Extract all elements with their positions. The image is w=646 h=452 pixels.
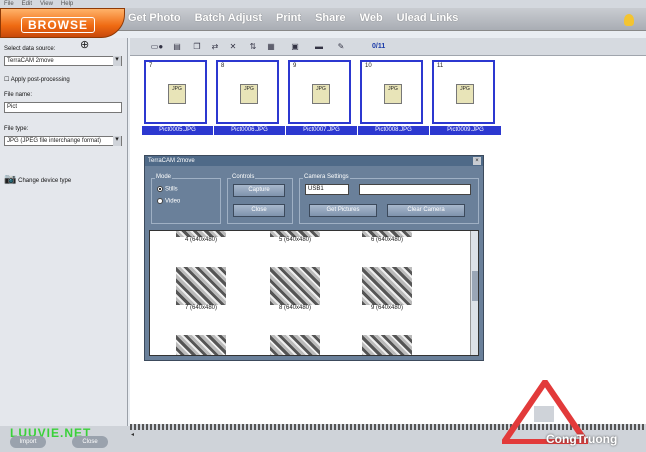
lightbulb-icon[interactable]: [624, 14, 634, 26]
photo-thumbnail: [362, 231, 412, 237]
file-name-input[interactable]: Pict: [4, 102, 122, 113]
camera-dialog: TerraCAM 2move × Mode Stills Video Contr…: [144, 155, 484, 361]
sort-icon[interactable]: ⇅: [248, 42, 258, 52]
tab-web[interactable]: Web: [360, 12, 383, 24]
browse-mode-button[interactable]: BROWSE: [0, 8, 125, 38]
camera-icon: 📷: [4, 174, 17, 185]
menu-view[interactable]: View: [40, 1, 53, 7]
tab-batch-adjust[interactable]: Batch Adjust: [195, 12, 262, 24]
gallery-item[interactable]: [362, 335, 412, 355]
menu-file[interactable]: File: [4, 1, 14, 7]
photo-thumbnail: [362, 267, 412, 305]
tab-ulead-links[interactable]: Ulead Links: [397, 12, 459, 24]
camera-settings-label: Camera Settings: [303, 174, 350, 180]
browse-toolbar: ▭● ▤ ❐ ⇄ ✕ ⇅ ▦ ▣ ▬ ✎: [130, 38, 646, 56]
file-type-label: File type:: [4, 126, 29, 132]
thumbnail-filename: Pict0007.JPG: [286, 126, 357, 135]
gallery-item[interactable]: [176, 335, 226, 355]
thumbnail-filename: Pict0009.JPG: [430, 126, 501, 135]
zoom-cursor-icon: ⊕: [80, 39, 90, 51]
gallery-scrollbar[interactable]: [470, 231, 478, 355]
jpg-file-icon: JPG: [312, 84, 330, 104]
camera-gallery: 4 (640x480) 5 (640x480) 6 (640x480) 7 (6…: [149, 230, 479, 356]
mode-video-radio[interactable]: Video: [157, 198, 180, 205]
mode-stills-radio[interactable]: Stills: [157, 186, 178, 193]
thumbnail-item[interactable]: 9 JPG Pict0007.JPG: [286, 60, 357, 135]
mode-tabs: Get Photo Batch Adjust Print Share Web U…: [128, 12, 458, 24]
jpg-file-icon: JPG: [168, 84, 186, 104]
thumbnail-item[interactable]: 10 JPG Pict0008.JPG: [358, 60, 429, 135]
data-source-select[interactable]: TerraCAM 2move: [4, 56, 122, 66]
get-pictures-button[interactable]: Get Pictures: [309, 204, 377, 217]
post-processing-label: Apply post-processing: [10, 77, 70, 83]
browse-label: BROWSE: [21, 17, 95, 33]
remove-icon[interactable]: ▭●: [146, 42, 168, 52]
dialog-title: TerraCAM 2move: [145, 156, 483, 166]
jpg-file-icon: JPG: [456, 84, 474, 104]
gallery-item[interactable]: [270, 335, 320, 355]
selection-counter: 0/11: [372, 43, 386, 50]
photo-thumbnail: [362, 335, 412, 355]
clear-camera-button[interactable]: Clear Camera: [387, 204, 465, 217]
delete-icon[interactable]: ✕: [228, 42, 238, 52]
thumbnail-filename: Pict0008.JPG: [358, 126, 429, 135]
port-select[interactable]: USB1: [305, 184, 349, 195]
menu-bar: File Edit View Help: [0, 0, 646, 8]
close-icon[interactable]: ×: [473, 157, 481, 165]
gallery-item[interactable]: 5 (640x480): [270, 231, 320, 243]
close-app-button[interactable]: Close: [72, 436, 108, 448]
gallery-item[interactable]: 4 (640x480): [176, 231, 226, 243]
jpg-file-icon: JPG: [384, 84, 402, 104]
photo-thumbnail: [270, 231, 320, 237]
menu-edit[interactable]: Edit: [22, 1, 32, 7]
import-button[interactable]: Import: [10, 436, 46, 448]
post-processing-checkbox[interactable]: ☐ Apply post-processing: [4, 76, 70, 83]
collapse-arrow-icon[interactable]: ◂: [131, 431, 137, 439]
thumbnail-filename: Pict0005.JPG: [142, 126, 213, 135]
thumbnail-item[interactable]: 7 JPG Pict0005.JPG: [142, 60, 213, 135]
folder-icon[interactable]: ▤: [172, 42, 182, 52]
thumbnail-item[interactable]: 11 JPG Pict0009.JPG: [430, 60, 501, 135]
get-photo-panel: Select data source: TerraCAM 2move ☐ App…: [0, 38, 128, 430]
change-device-label: Change device type: [18, 178, 72, 184]
photo-thumbnail: [176, 335, 226, 355]
tab-get-photo[interactable]: Get Photo: [128, 12, 181, 24]
photo-thumbnail: [176, 231, 226, 237]
thumbnail-view-icon[interactable]: ▦: [266, 42, 276, 52]
data-source-label: Select data source:: [4, 46, 56, 52]
tab-share[interactable]: Share: [315, 12, 346, 24]
photo-thumbnail: [270, 267, 320, 305]
file-type-select[interactable]: JPG (JPEG file interchange format): [4, 136, 122, 146]
copy-icon[interactable]: ❐: [192, 42, 202, 52]
controls-label: Controls: [231, 174, 256, 180]
gallery-item[interactable]: 9 (640x480): [362, 267, 412, 311]
camera-settings-input[interactable]: [359, 184, 471, 195]
tab-print[interactable]: Print: [276, 12, 301, 24]
change-device-button[interactable]: 📷 Change device type: [4, 174, 71, 185]
logo-square: [534, 406, 554, 422]
capture-button[interactable]: Capture: [233, 184, 285, 197]
logo-text: CongTruong: [546, 432, 618, 446]
gallery-item[interactable]: 8 (640x480): [270, 267, 320, 311]
menu-help[interactable]: Help: [61, 1, 73, 7]
move-icon[interactable]: ⇄: [210, 42, 220, 52]
photo-thumbnail: [176, 267, 226, 305]
gallery-item[interactable]: 6 (640x480): [362, 231, 412, 243]
thumbnail-item[interactable]: 8 JPG Pict0006.JPG: [214, 60, 285, 135]
close-button[interactable]: Close: [233, 204, 285, 217]
scrollbar-thumb[interactable]: [472, 271, 478, 301]
properties-icon[interactable]: ▣: [290, 42, 300, 52]
gallery-item[interactable]: 7 (640x480): [176, 267, 226, 311]
file-name-label: File name:: [4, 92, 33, 98]
photo-thumbnail: [270, 335, 320, 355]
slideshow-icon[interactable]: ▬: [314, 42, 324, 52]
edit-icon[interactable]: ✎: [336, 42, 346, 52]
jpg-file-icon: JPG: [240, 84, 258, 104]
mode-label: Mode: [155, 174, 173, 180]
thumbnail-filename: Pict0006.JPG: [214, 126, 285, 135]
